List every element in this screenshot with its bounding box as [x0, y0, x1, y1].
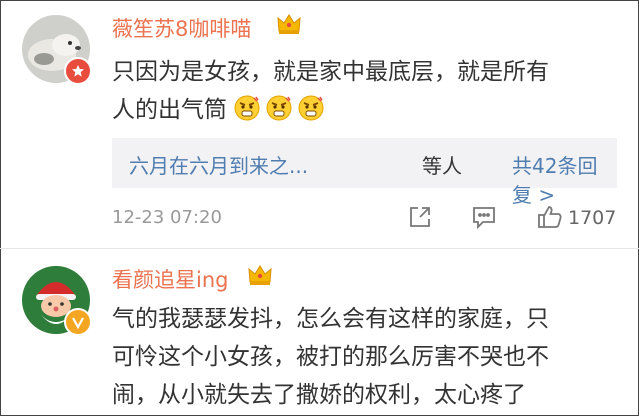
- verified-badge-icon: [64, 57, 92, 85]
- comment-line: 可怜这个小女孩，被打的那么厉害不哭也不: [112, 344, 549, 370]
- username[interactable]: 薇笙苏8咖啡喵: [112, 13, 251, 43]
- reply-count-link[interactable]: 共42条回复 >: [512, 150, 617, 208]
- thumbs-up-icon[interactable]: [536, 203, 564, 231]
- avatar[interactable]: [22, 15, 92, 85]
- reply-others-text: 等人: [422, 154, 462, 178]
- reply-user-link[interactable]: 六月在六月到来之...: [129, 150, 308, 179]
- replies-preview[interactable]: 六月在六月到来之... 等人 共42条回复 >: [112, 138, 617, 207]
- crown-icon: [247, 263, 273, 287]
- angry-face-emoji: [234, 95, 260, 121]
- comment-line: 气的我瑟瑟发抖，怎么会有这样的家庭，只: [112, 306, 549, 332]
- comment-text: 气的我瑟瑟发抖，怎么会有这样的家庭，只 可怜这个小女孩，被打的那么厉害不哭也不 …: [112, 300, 549, 414]
- emoji-group: [234, 95, 330, 123]
- angry-face-emoji: [266, 95, 292, 121]
- share-icon[interactable]: [406, 203, 434, 231]
- comment-line: 人的出气筒: [112, 97, 227, 123]
- comment-item: 薇笙苏8咖啡喵 只因为是女孩，就是家中最底层，就是所有 人的出气筒 六月在六月到…: [0, 0, 639, 248]
- like-count: 1707: [568, 207, 617, 229]
- comment-line-with-emoji: 人的出气筒: [112, 91, 549, 129]
- comment-item: 看颜追星ing 气的我瑟瑟发抖，怎么会有这样的家庭，只 可怜这个小女孩，被打的那…: [0, 249, 639, 416]
- comment-timestamp: 12-23 07:20: [112, 207, 222, 228]
- comment-text: 只因为是女孩，就是家中最底层，就是所有 人的出气筒: [112, 53, 549, 129]
- angry-face-emoji: [298, 95, 324, 121]
- crown-icon: [276, 12, 302, 36]
- verified-badge-icon: [64, 308, 92, 336]
- avatar[interactable]: [22, 266, 92, 336]
- comment-line: 只因为是女孩，就是家中最底层，就是所有: [112, 59, 549, 85]
- comment-line: 闹，从小就失去了撒娇的权利，太心疼了: [112, 382, 526, 408]
- username[interactable]: 看颜追星ing: [112, 264, 228, 294]
- comment-icon[interactable]: [470, 203, 498, 231]
